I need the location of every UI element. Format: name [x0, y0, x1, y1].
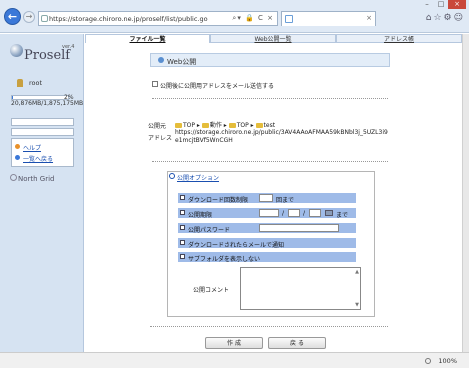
- northgrid-logo-icon: [10, 174, 17, 181]
- vertical-scrollbar[interactable]: [462, 34, 469, 352]
- create-button[interactable]: 作 成: [205, 337, 263, 349]
- web-public-icon: [158, 57, 164, 63]
- address-url: https://storage.chiroro.ne.jp/proself/li…: [49, 15, 208, 23]
- comment-textarea[interactable]: ▲ ▼: [240, 267, 361, 310]
- user-icon: [17, 79, 23, 87]
- folder-icon: [201, 123, 209, 128]
- smiley-icon[interactable]: ☺: [454, 13, 465, 23]
- option-hide-subfolders: サブフォルダを表示しない: [178, 252, 356, 263]
- address-label: アドレス: [148, 135, 173, 142]
- browser-tools: ⌂☆⚙☺: [426, 13, 465, 23]
- favorites-icon[interactable]: ☆: [433, 13, 443, 23]
- folder-icon: [255, 123, 263, 128]
- browser-toolbar: ← → https://storage.chiroro.ne.jp/prosel…: [0, 0, 469, 33]
- password-input[interactable]: [259, 224, 339, 232]
- options-title-link[interactable]: 公開オプション: [177, 173, 219, 182]
- proself-logo-icon: [10, 44, 23, 57]
- dest-label: 公開元: [148, 123, 167, 130]
- help-link[interactable]: ヘルプ: [23, 143, 41, 152]
- scroll-up-icon[interactable]: ▲: [355, 269, 359, 275]
- options-toggle-icon[interactable]: [169, 173, 175, 179]
- quota-fill: [12, 96, 14, 99]
- option-mail-notify: ダウンロードされたらメールで通知: [178, 238, 356, 249]
- quota-text: 20,876MB/1,875,175MB: [11, 100, 84, 107]
- page-title: Web公開: [167, 58, 197, 66]
- period-sep: /: [282, 210, 285, 217]
- breadcrumb-item: 動作: [209, 122, 222, 129]
- sidebar-empty-box: [11, 118, 74, 126]
- option-password: 公開パスワード: [178, 223, 356, 234]
- breadcrumb-item: test: [263, 122, 276, 129]
- minimize-button[interactable]: –: [420, 0, 434, 9]
- status-bar: 100%: [0, 352, 469, 368]
- zoom-icon: [425, 358, 431, 364]
- sidebar-empty-box: [11, 128, 74, 136]
- public-url: https://storage.chiroro.ne.jp/public/3AV…: [175, 129, 388, 144]
- page-icon: [41, 15, 48, 22]
- download-limit-checkbox[interactable]: [180, 195, 185, 200]
- password-checkbox[interactable]: [180, 225, 185, 230]
- tab-close-icon[interactable]: ×: [366, 14, 372, 22]
- logo-text: Proself: [24, 48, 71, 63]
- zoom-level[interactable]: 100%: [438, 357, 457, 365]
- mail-notify-label: ダウンロードされたらメールで通知: [188, 242, 285, 249]
- period-label: 公開期限: [188, 212, 213, 219]
- settings-gear-icon[interactable]: ⚙: [444, 13, 454, 23]
- tab-web-public-list[interactable]: Web公開一覧: [210, 34, 336, 43]
- hide-subfolders-label: サブフォルダを表示しない: [188, 256, 261, 263]
- back-button[interactable]: ←: [4, 8, 21, 25]
- maximize-button[interactable]: □: [434, 0, 448, 9]
- folder-icon: [175, 123, 182, 128]
- period-checkbox[interactable]: [180, 210, 185, 215]
- browser-tab[interactable]: ×: [281, 11, 376, 26]
- period-day-input[interactable]: [309, 209, 321, 217]
- window-controls: – □ ×: [420, 0, 466, 9]
- breadcrumb-item: TOP: [183, 122, 196, 129]
- scroll-down-icon[interactable]: ▼: [355, 302, 359, 308]
- northgrid-brand: North Grid: [18, 175, 55, 183]
- download-limit-input[interactable]: [259, 194, 273, 202]
- window-close-button[interactable]: ×: [448, 0, 466, 9]
- folder-icon: [228, 123, 236, 128]
- notify-mail-label: 公開後に公開用アドレスをメール送信する: [160, 83, 275, 90]
- notify-mail-checkbox[interactable]: [152, 81, 158, 87]
- logo-version: ver.4: [62, 44, 75, 50]
- address-bar-icons[interactable]: ⌕▾ 🔒 C ×: [232, 14, 274, 23]
- password-label: 公開パスワード: [188, 227, 231, 234]
- tab-address-book[interactable]: アドレス帳: [336, 34, 462, 43]
- calendar-icon[interactable]: [325, 210, 333, 216]
- main-tabs: ファイル一覧 Web公開一覧 アドレス帳: [85, 34, 462, 43]
- divider: [152, 161, 388, 162]
- back-to-list-link[interactable]: 一覧へ戻る: [23, 154, 53, 163]
- page-title-bar: Web公開: [150, 53, 390, 67]
- tab-page-icon: [285, 15, 293, 23]
- tab-file-list[interactable]: ファイル一覧: [85, 34, 210, 43]
- back-button-form[interactable]: 戻 る: [268, 337, 326, 349]
- option-period: 公開期限 / / まで: [178, 208, 356, 219]
- back-list-icon: [15, 155, 20, 160]
- period-sep: /: [303, 210, 306, 217]
- period-year-input[interactable]: [259, 209, 279, 217]
- sidebar-menu: ヘルプ 一覧へ戻る: [11, 138, 74, 167]
- comment-label: 公開コメント: [193, 287, 230, 294]
- address-bar[interactable]: https://storage.chiroro.ne.jp/proself/li…: [38, 11, 278, 26]
- option-download-limit: ダウンロード回数制限 回まで: [178, 193, 356, 204]
- hide-subfolders-checkbox[interactable]: [180, 254, 185, 259]
- breadcrumb-item: TOP: [236, 122, 249, 129]
- divider: [152, 98, 388, 99]
- download-limit-label: ダウンロード回数制限: [188, 197, 249, 204]
- divider: [150, 326, 388, 327]
- download-limit-unit: 回まで: [276, 197, 295, 204]
- period-until: まで: [336, 212, 349, 219]
- breadcrumb: TOP ▸ 動作 ▸ TOP ▸ test: [175, 120, 275, 129]
- mail-notify-checkbox[interactable]: [180, 240, 185, 245]
- user-name: root: [29, 79, 43, 87]
- help-icon: [15, 144, 20, 149]
- forward-button[interactable]: →: [23, 11, 35, 23]
- period-month-input[interactable]: [288, 209, 300, 217]
